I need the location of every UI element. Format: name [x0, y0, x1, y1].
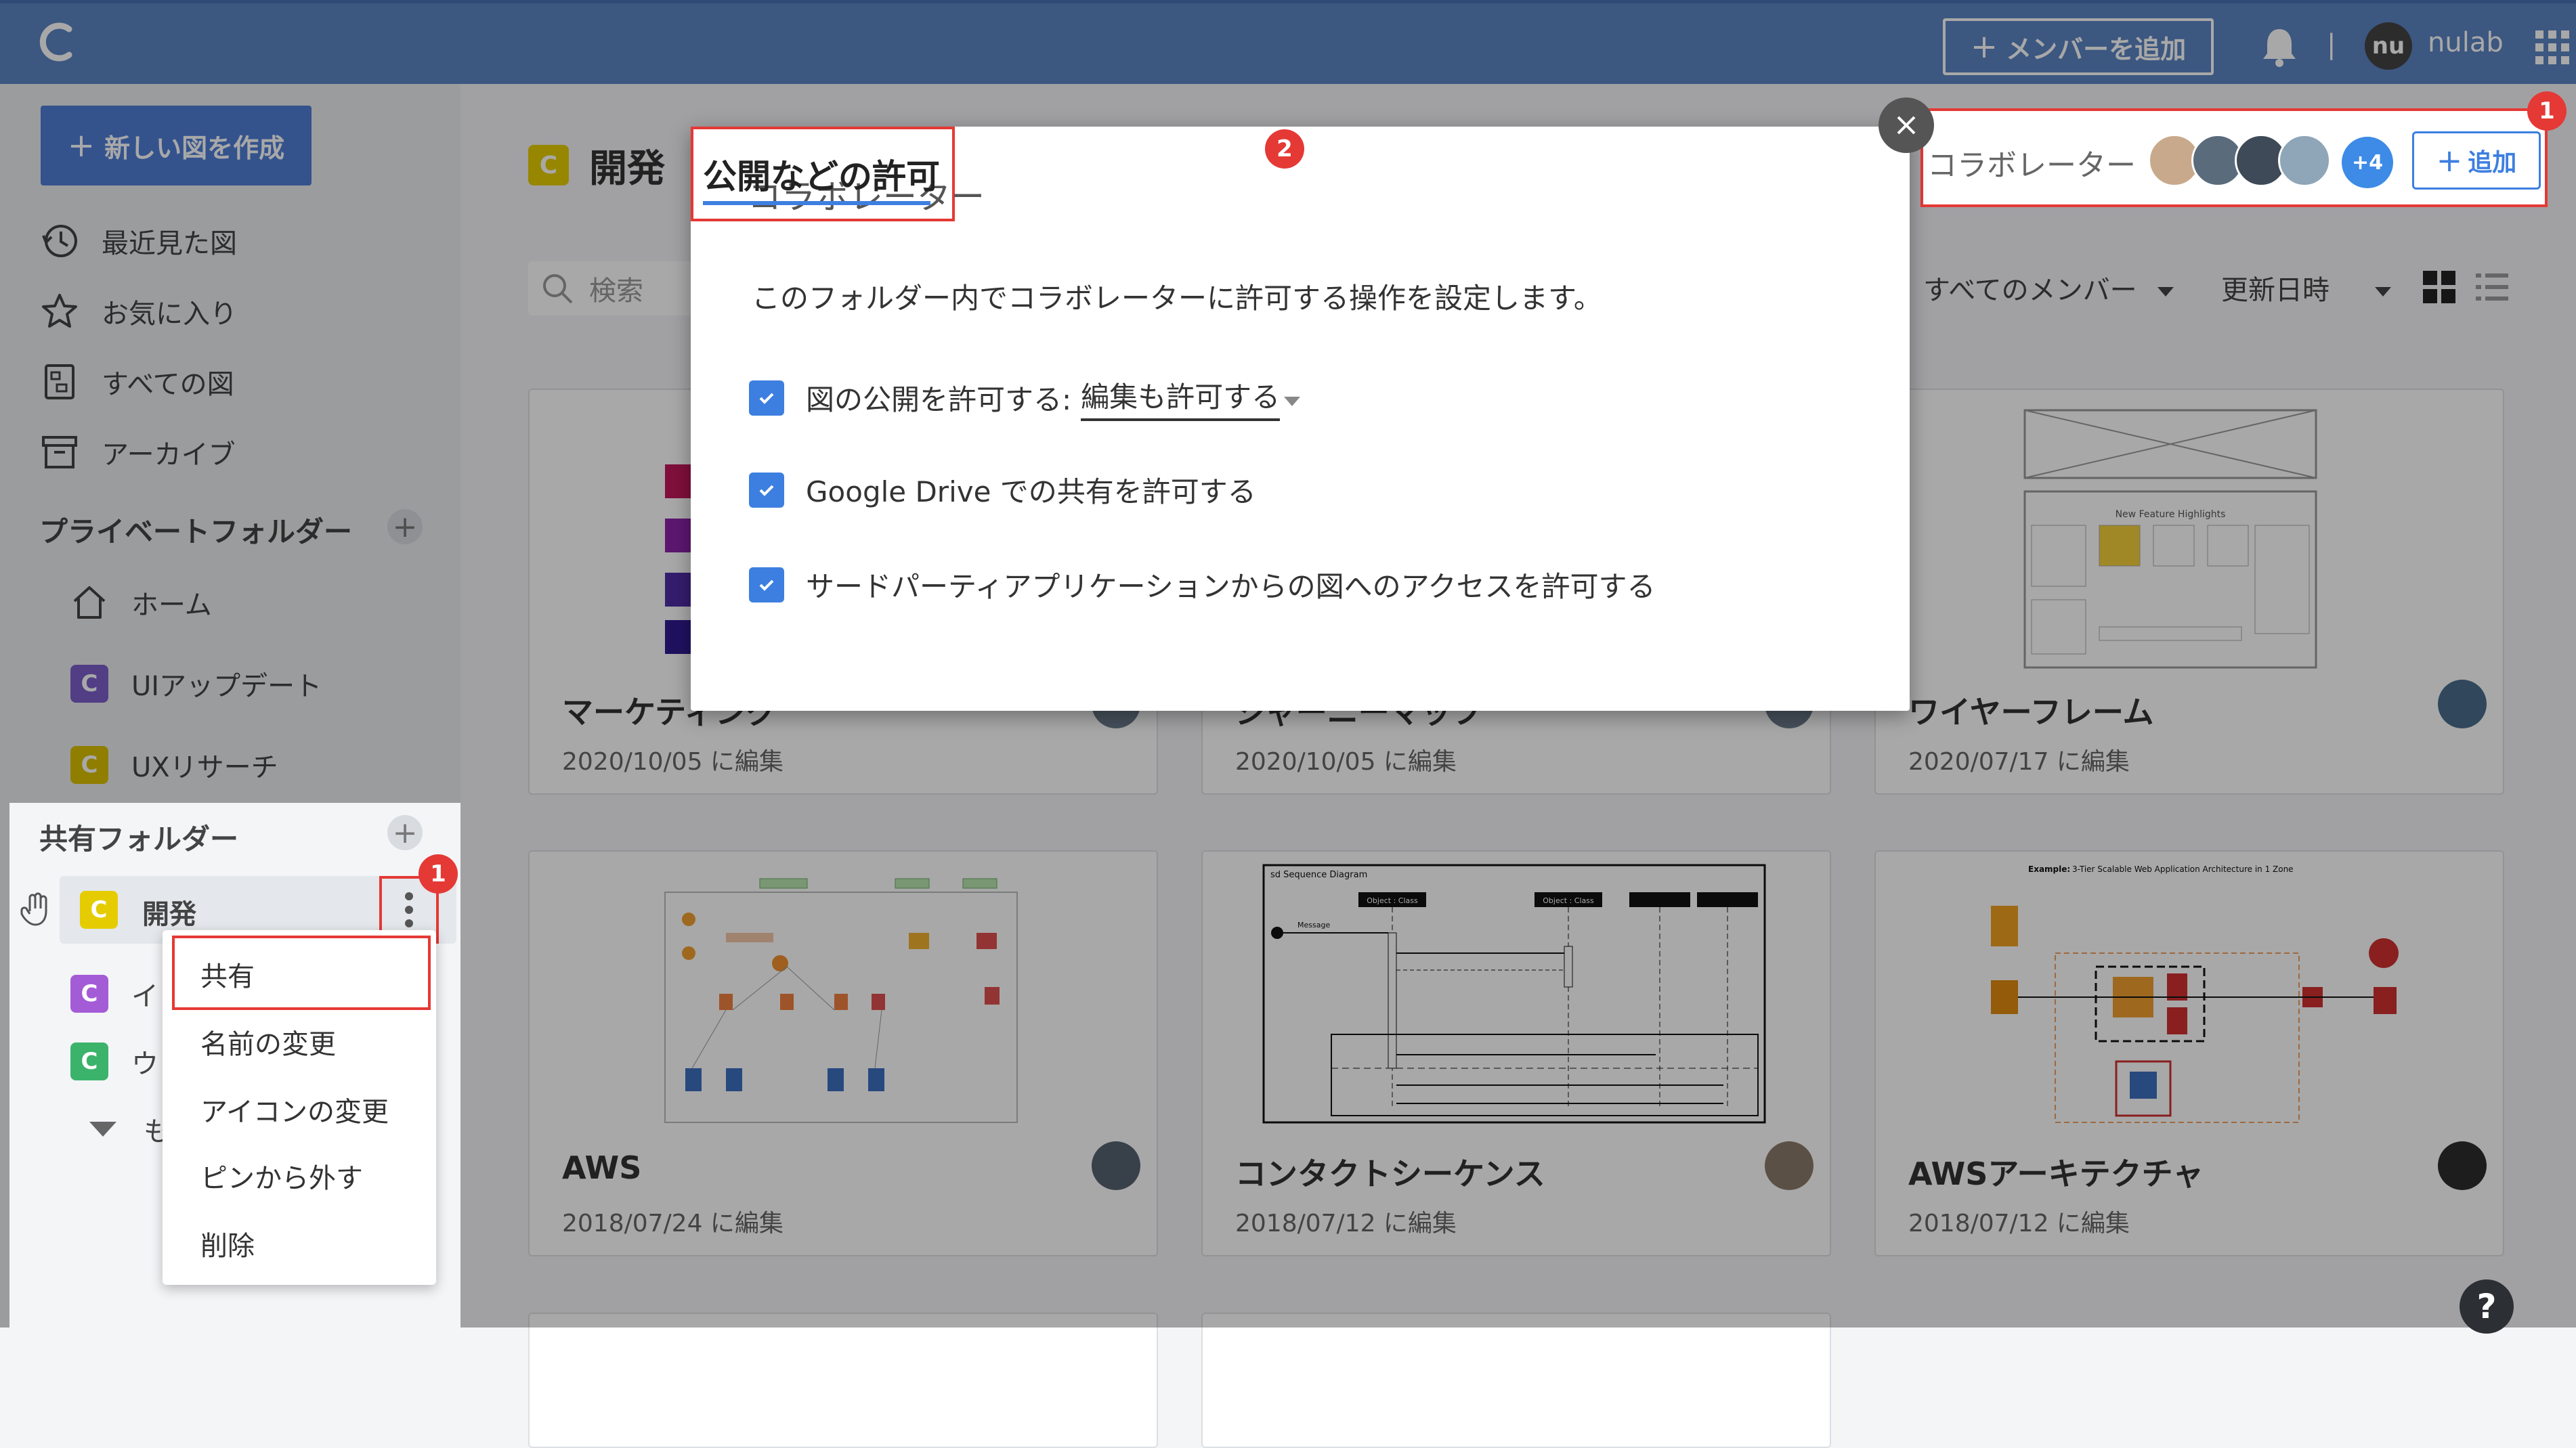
checkbox-public[interactable] — [749, 380, 784, 416]
checkbox-google-drive[interactable] — [749, 472, 784, 508]
menu-item-change-icon[interactable]: アイコンの変更 — [200, 1090, 389, 1129]
tab-permissions-label: 公開などの許可 — [703, 157, 940, 196]
collaborator-bar: コラボレーター +4 + 追加 — [1920, 108, 2548, 207]
step-badge: 2 — [1265, 129, 1304, 169]
check-icon — [759, 579, 774, 591]
check-icon — [759, 393, 774, 404]
more-collaborators-badge[interactable]: +4 — [2342, 137, 2393, 188]
more-vertical-icon — [405, 892, 413, 927]
plus-icon: + — [2436, 142, 2463, 179]
add-collaborator-label: 追加 — [2468, 149, 2517, 177]
drag-handle-icon[interactable] — [18, 888, 58, 929]
shared-folders-title: 共有フォルダー — [39, 822, 239, 856]
add-shared-folder-button[interactable]: + — [387, 815, 423, 850]
shared-folder-item[interactable]: C ウ — [70, 1034, 158, 1089]
add-collaborator-button[interactable]: + 追加 — [2412, 131, 2541, 190]
menu-item-share[interactable]: 共有 — [200, 955, 255, 994]
check-icon — [759, 485, 774, 496]
option-public: 図の公開を許可する: 編集も許可する — [749, 374, 1301, 421]
help-button[interactable]: ? — [2460, 1279, 2514, 1334]
dialog-description: このフォルダー内でコラボレーターに許可する操作を設定します。 — [752, 282, 1602, 315]
menu-item-delete[interactable]: 削除 — [200, 1224, 255, 1263]
folder-badge: C — [70, 975, 108, 1013]
option-label: Google Drive での共有を許可する — [806, 475, 1256, 508]
option-label: 図の公開を許可する: — [806, 383, 1072, 416]
folder-label: イ — [131, 981, 158, 1012]
show-more-toggle[interactable]: も — [89, 1102, 171, 1156]
step-badge: 1 — [418, 854, 458, 894]
menu-item-unpin[interactable]: ピンから外す — [200, 1156, 363, 1195]
close-icon — [1897, 116, 1916, 135]
folder-context-menu: 共有 名前の変更 アイコンの変更 ピンから外す 削除 — [163, 930, 436, 1285]
folder-label: ウ — [131, 1049, 158, 1080]
diagram-card[interactable] — [1201, 1313, 1831, 1448]
option-google-drive: Google Drive での共有を許可する — [749, 469, 1256, 510]
public-permission-select[interactable]: 編集も許可する — [1081, 374, 1281, 421]
chevron-down-icon — [1284, 396, 1301, 406]
active-tab-indicator — [703, 201, 930, 205]
folder-badge: C — [70, 1043, 108, 1080]
caret-down-icon — [89, 1122, 116, 1137]
folder-label: 開発 — [142, 899, 196, 930]
checkbox-third-party[interactable] — [749, 567, 784, 602]
diagram-card[interactable] — [528, 1313, 1158, 1448]
close-dialog-button[interactable] — [1879, 97, 1934, 153]
collaborator-avatar[interactable] — [2278, 134, 2331, 187]
option-label: サードパーティアプリケーションからの図へのアクセスを許可する — [806, 570, 1656, 603]
collaborator-label: コラボレーター — [1927, 148, 2136, 183]
menu-item-rename[interactable]: 名前の変更 — [200, 1022, 336, 1061]
permissions-dialog: コラボレーター 公開などの許可 2 このフォルダー内でコラボレーターに許可する操… — [691, 127, 1910, 711]
step-badge: 1 — [2527, 91, 2567, 131]
option-third-party: サードパーティアプリケーションからの図へのアクセスを許可する — [749, 564, 1656, 605]
folder-badge: C — [80, 891, 118, 929]
shared-folder-item[interactable]: C イ — [70, 967, 158, 1021]
